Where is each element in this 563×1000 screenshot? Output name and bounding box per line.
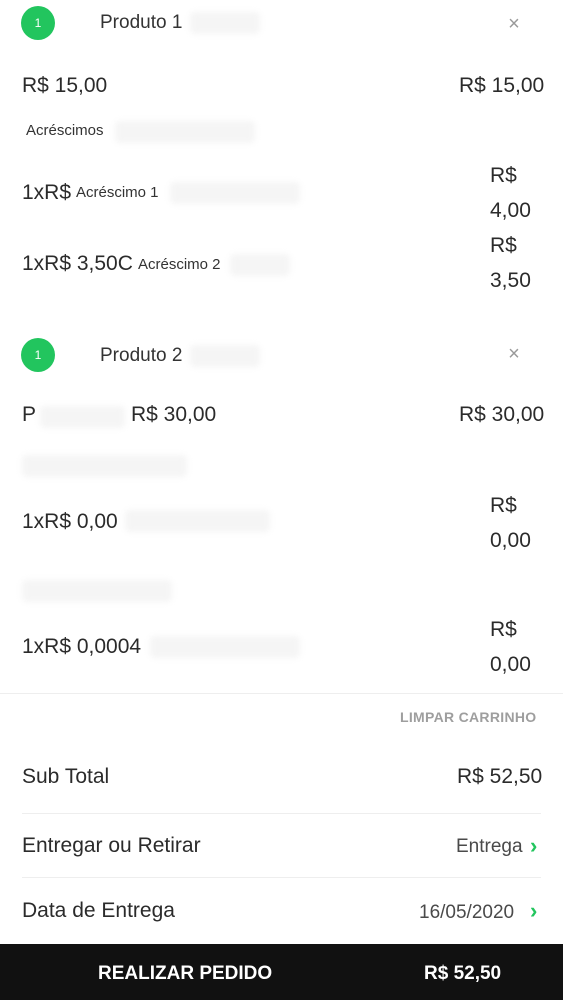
addon-total-currency: R$ [490, 234, 517, 257]
product-qty-badge: 1 [21, 6, 55, 40]
addon-total: R$ 0,00 [490, 612, 531, 682]
addon-prefix: 1xR$ 3,50C [22, 252, 133, 275]
blurred-text [150, 636, 300, 658]
subtotal-value: R$ 52,50 [457, 765, 543, 788]
product-name: Produto 1 [100, 12, 183, 33]
close-icon[interactable]: × [503, 13, 525, 35]
blurred-text [170, 182, 300, 204]
addon-total: R$ 4,00 [490, 158, 531, 228]
product-line-total: R$ 15,00 [459, 74, 545, 97]
addon-prefix: 1xR$ [22, 181, 72, 204]
place-order-amount: R$ 52,50 [424, 963, 502, 984]
blurred-text [22, 580, 172, 602]
date-label: Data de Entrega [22, 899, 175, 922]
blurred-text [22, 455, 187, 477]
product-unit-price: R$ 15,00 [22, 74, 108, 97]
place-order-label: REALIZAR PEDIDO [98, 963, 273, 984]
delivery-date-row[interactable]: Data de Entrega 16/05/2020 › [0, 880, 563, 940]
addon-total-currency: R$ [490, 164, 517, 187]
divider [0, 693, 563, 694]
subtotal-label: Sub Total [22, 765, 110, 788]
addon-prefix: 1xR$ 0,0004 [22, 635, 142, 658]
product-name: Produto 2 [100, 345, 183, 366]
product-qty-badge: 1 [21, 338, 55, 372]
divider [22, 877, 541, 878]
addon-total: R$ 3,50 [490, 228, 531, 298]
product-line-total: R$ 30,00 [459, 403, 545, 426]
delivery-value: Entrega [456, 836, 523, 857]
product-unit-price: R$ 30,00 [131, 403, 217, 426]
blurred-text [115, 121, 255, 143]
blurred-text [190, 345, 260, 367]
divider [22, 813, 541, 814]
addon-name: Acréscimo 2 [138, 256, 221, 273]
blurred-text [40, 406, 125, 428]
addon-total: R$ 0,00 [490, 488, 531, 558]
blurred-text [190, 12, 260, 34]
delivery-label: Entregar ou Retirar [22, 834, 201, 857]
product-size: P [22, 403, 37, 426]
date-value: 16/05/2020 [419, 902, 515, 923]
addon-total-currency: R$ [490, 494, 517, 517]
chevron-right-icon: › [530, 898, 538, 923]
blurred-text [230, 254, 290, 276]
delivery-method-row[interactable]: Entregar ou Retirar Entrega › [0, 816, 563, 876]
place-order-button[interactable]: REALIZAR PEDIDO R$ 52,50 [0, 944, 563, 1000]
clear-cart-button[interactable]: LIMPAR CARRINHO [400, 709, 536, 725]
addon-prefix: 1xR$ 0,00 [22, 510, 118, 533]
cart-page: 1 Produto 1 × R$ 15,00 R$ 15,00 Acréscim… [0, 0, 563, 1000]
blurred-text [125, 510, 270, 532]
chevron-right-icon: › [530, 833, 538, 858]
addon-total-amount: 4,00 [490, 199, 531, 222]
addon-total-currency: R$ [490, 618, 517, 641]
addons-title: Acréscimos [26, 122, 104, 139]
addon-total-amount: 0,00 [490, 653, 531, 676]
addon-name: Acréscimo 1 [76, 184, 159, 201]
close-icon[interactable]: × [503, 343, 525, 365]
addon-total-amount: 0,00 [490, 529, 531, 552]
addon-total-amount: 3,50 [490, 269, 531, 292]
